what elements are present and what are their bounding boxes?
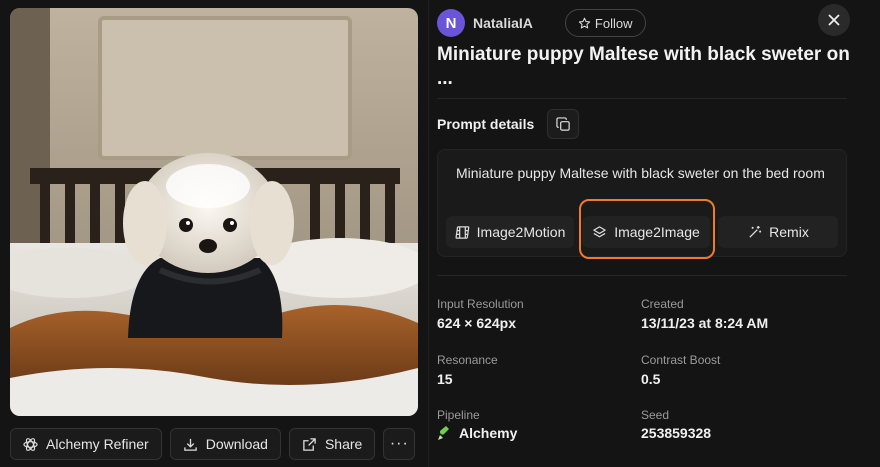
- page-title: Miniature puppy Maltese with black swete…: [437, 44, 850, 89]
- star-icon: [578, 17, 591, 28]
- created-value: 13/11/23 at 8:24 AM: [641, 315, 769, 331]
- seed-label: Seed: [641, 408, 670, 422]
- image2motion-button[interactable]: Image2Motion: [446, 216, 574, 248]
- image2image-label: Image2Image: [614, 224, 700, 240]
- film-icon: [455, 225, 469, 239]
- username[interactable]: NataliaIA: [473, 15, 533, 31]
- alchemy-refiner-label: Alchemy Refiner: [46, 436, 149, 452]
- close-button[interactable]: [818, 4, 850, 36]
- panel-divider: [428, 0, 429, 467]
- follow-label: Follow: [594, 15, 633, 31]
- image-action-bar: Alchemy Refiner Download Share ···: [10, 428, 416, 460]
- generated-image[interactable]: [10, 8, 418, 416]
- remix-button[interactable]: Remix: [718, 216, 838, 248]
- pipeline-value-text: Alchemy: [459, 425, 518, 441]
- resonance-label: Resonance: [437, 353, 498, 367]
- contrast-boost-label: Contrast Boost: [641, 353, 721, 367]
- prompt-details-heading: Prompt details: [437, 116, 535, 132]
- contrast-boost-value: 0.5: [641, 371, 661, 387]
- share-button[interactable]: Share: [288, 428, 376, 460]
- details-panel: N NataliaIA Follow Miniature puppy Malte…: [437, 0, 867, 467]
- remix-label: Remix: [769, 224, 809, 240]
- share-icon: [303, 437, 316, 451]
- close-icon: [828, 14, 840, 26]
- puppy-image: [10, 8, 418, 416]
- download-label: Download: [205, 436, 268, 452]
- creator-header: N NataliaIA Follow: [437, 8, 646, 38]
- flask-icon: [438, 426, 449, 440]
- pipeline-value: Alchemy: [437, 425, 517, 441]
- image2motion-label: Image2Motion: [476, 224, 566, 240]
- follow-button[interactable]: Follow: [564, 9, 646, 37]
- layers-icon: [593, 225, 606, 237]
- seed-value: 253859328: [641, 425, 712, 441]
- copy-icon: [555, 116, 570, 131]
- copy-prompt-button[interactable]: [547, 109, 579, 139]
- avatar[interactable]: N: [437, 9, 465, 37]
- magic-wand-icon: [749, 225, 762, 238]
- input-resolution-label: Input Resolution: [437, 297, 524, 311]
- share-label: Share: [324, 436, 363, 452]
- resonance-value: 15: [437, 371, 453, 387]
- more-icon: ···: [389, 435, 409, 452]
- divider: [437, 275, 847, 276]
- download-button[interactable]: Download: [169, 428, 281, 460]
- image2image-button[interactable]: Image2Image: [582, 216, 710, 248]
- atom-icon: [23, 437, 38, 451]
- pipeline-label: Pipeline: [437, 408, 480, 422]
- more-options-button[interactable]: ···: [383, 428, 416, 460]
- divider: [437, 98, 847, 99]
- input-resolution-value: 624 × 624px: [437, 315, 517, 331]
- download-icon: [183, 438, 197, 451]
- created-label: Created: [641, 297, 684, 311]
- alchemy-refiner-button[interactable]: Alchemy Refiner: [10, 428, 162, 460]
- prompt-text: Miniature puppy Maltese with black swete…: [456, 165, 825, 181]
